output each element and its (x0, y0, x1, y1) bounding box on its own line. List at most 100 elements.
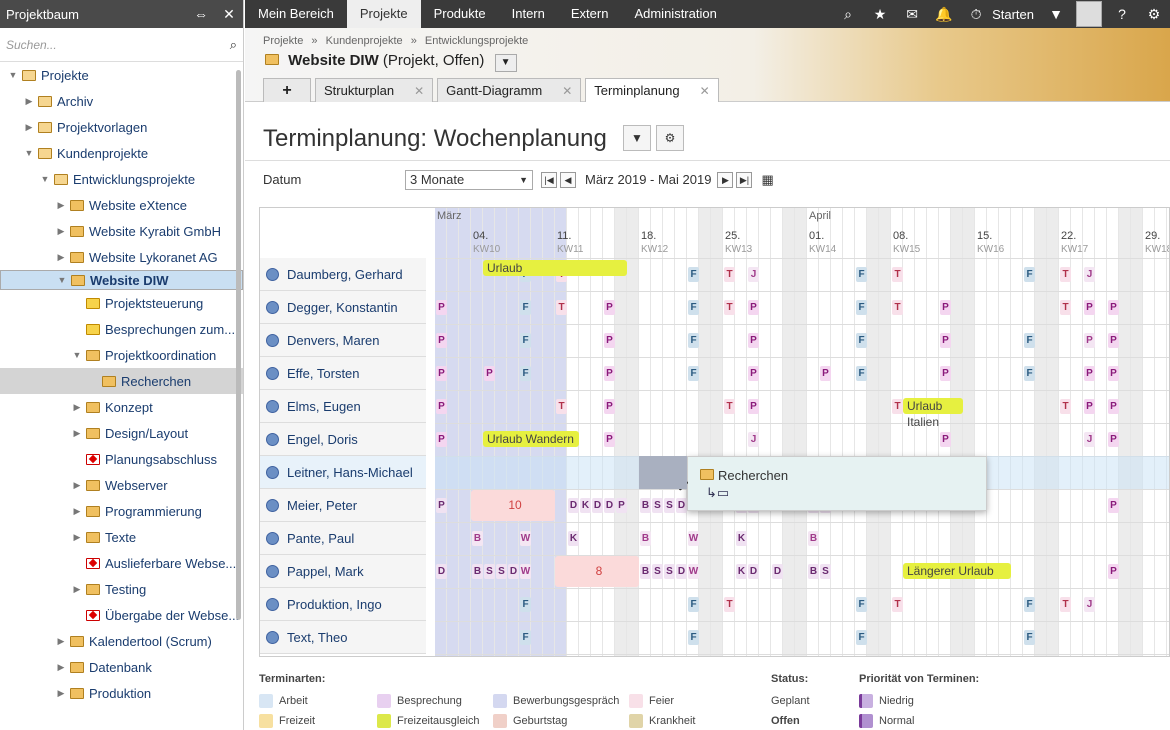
tree-item[interactable]: ▶ Programmierung (0, 498, 243, 524)
expand-toggle-icon[interactable]: ▼ (70, 350, 84, 360)
appointment-marker[interactable]: F (856, 333, 867, 348)
expand-toggle-icon[interactable]: ▶ (22, 122, 36, 133)
appointment-marker[interactable]: J (1084, 597, 1095, 612)
expand-toggle-icon[interactable]: ▶ (70, 584, 84, 595)
tree-item[interactable]: ▼ Website DIW (0, 270, 243, 290)
expand-toggle-icon[interactable]: ▶ (54, 200, 68, 211)
appointment-marker[interactable]: P (436, 333, 447, 348)
appointment-marker[interactable]: T (892, 300, 903, 315)
close-icon[interactable]: ✕ (414, 84, 424, 98)
appointment-marker[interactable]: K (580, 498, 591, 513)
appointment-marker[interactable]: P (436, 432, 447, 447)
star-icon[interactable]: ★ (864, 6, 896, 23)
appointment-marker[interactable]: F (856, 267, 867, 282)
appointment-marker[interactable]: F (688, 630, 699, 645)
appointment-marker[interactable]: B (640, 498, 651, 513)
appointment-marker[interactable]: S (652, 564, 663, 579)
appointment-marker[interactable]: T (724, 597, 735, 612)
breadcrumb-kundenprojekte[interactable]: Kundenprojekte (326, 35, 403, 47)
next-period-button[interactable]: ▶ (717, 171, 734, 188)
expand-toggle-icon[interactable]: ▶ (54, 226, 68, 237)
appointment-marker[interactable]: B (640, 564, 651, 579)
expand-toggle-icon[interactable]: ▼ (6, 70, 20, 80)
nav-item[interactable]: Projekte (346, 0, 421, 28)
tree-item[interactable]: ▼ Projekte (0, 62, 243, 88)
appointment-marker[interactable]: P (940, 432, 951, 447)
appointment-marker[interactable]: P (604, 333, 615, 348)
appointment-marker[interactable]: P (436, 300, 447, 315)
appointment-marker[interactable]: P (604, 300, 615, 315)
appointment-marker[interactable]: F (1024, 366, 1035, 381)
appointment-marker[interactable]: P (748, 333, 759, 348)
appointment-marker[interactable]: P (1108, 564, 1119, 579)
tree-item[interactable]: ▶ Testing (0, 576, 243, 602)
close-icon[interactable]: ✕ (215, 6, 243, 23)
appointment-bar[interactable]: Urlaub (483, 260, 627, 276)
tree-item[interactable]: ▶ Kalendertool (Scrum) (0, 628, 243, 654)
appointment-marker[interactable]: F (520, 597, 531, 612)
appointment-marker[interactable]: D (748, 564, 759, 579)
stopwatch-icon[interactable]: ⏱ (960, 6, 992, 23)
person-row-header[interactable]: Degger, Konstantin (260, 291, 426, 324)
appointment-marker[interactable]: P (436, 498, 447, 513)
person-row-header[interactable]: Pante, Paul (260, 522, 426, 555)
appointment-marker[interactable]: F (688, 267, 699, 282)
appointment-marker[interactable]: S (820, 564, 831, 579)
appointment-marker[interactable]: S (652, 498, 663, 513)
expand-toggle-icon[interactable]: ▶ (54, 662, 68, 673)
tree-item[interactable]: ▶ Webserver (0, 472, 243, 498)
appointment-marker[interactable]: F (1024, 630, 1035, 645)
tab-gantt[interactable]: Gantt-Diagramm ✕ (437, 78, 582, 102)
tree-item[interactable]: ▼ Projektkoordination (0, 342, 243, 368)
person-row-header[interactable]: Engel, Doris (260, 423, 426, 456)
close-icon[interactable]: ✕ (700, 84, 710, 98)
gear-icon[interactable]: ⚙ (1138, 6, 1170, 23)
appointment-marker[interactable]: P (484, 366, 495, 381)
tree-title[interactable]: Projektbaum (6, 7, 187, 22)
appointment-marker[interactable]: P (436, 366, 447, 381)
appointment-marker[interactable]: D (676, 564, 687, 579)
appointment-marker[interactable]: W (520, 531, 531, 546)
expand-toggle-icon[interactable]: ▶ (70, 402, 84, 413)
mail-icon[interactable]: ✉ (896, 6, 928, 23)
range-select[interactable]: 3 Monate ▼ (405, 169, 533, 190)
appointment-marker[interactable]: D (772, 564, 783, 579)
nav-item[interactable]: Administration (621, 0, 729, 28)
tree-item[interactable]: ▶ Texte (0, 524, 243, 550)
appointment-marker[interactable]: J (1084, 267, 1095, 282)
tree-item[interactable]: ▶ Design/Layout (0, 420, 243, 446)
appointment-marker[interactable]: D (508, 564, 519, 579)
appointment-marker[interactable]: K (736, 531, 747, 546)
appointment-marker[interactable]: F (520, 300, 531, 315)
appointment-bar[interactable]: Urlaub Wandern (483, 431, 579, 447)
tree-item[interactable]: ▶ Website Kyrabit GmbH (0, 218, 243, 244)
appointment-marker[interactable]: K (568, 531, 579, 546)
appointment-marker[interactable]: F (520, 366, 531, 381)
appointment-marker[interactable]: F (1024, 597, 1035, 612)
appointment-marker[interactable]: P (1108, 300, 1119, 315)
appointment-marker[interactable]: P (1108, 498, 1119, 513)
appointment-bar[interactable]: 8 (555, 556, 639, 587)
tree-item[interactable]: Recherchen (0, 368, 243, 394)
appointment-bar[interactable]: 10 (471, 490, 555, 521)
appointment-marker[interactable]: F (688, 333, 699, 348)
person-row-header[interactable]: Leitner, Hans-Michael (260, 456, 426, 489)
person-row-header[interactable]: Text, Theo (260, 621, 426, 654)
appointment-marker[interactable]: D (436, 564, 447, 579)
appointment-marker[interactable]: P (748, 366, 759, 381)
appointment-marker[interactable]: P (604, 399, 615, 414)
appointment-marker[interactable]: D (592, 498, 603, 513)
search-input[interactable]: Suchen... (6, 38, 230, 52)
appointment-marker[interactable]: S (664, 498, 675, 513)
tree-item[interactable]: ▶ Projektvorlagen (0, 114, 243, 140)
search-icon[interactable]: ⌕ (230, 37, 237, 53)
appointment-marker[interactable]: F (856, 300, 867, 315)
first-period-button[interactable]: |◀ (541, 171, 557, 188)
start-label[interactable]: Starten (992, 7, 1034, 22)
appointment-marker[interactable]: J (1084, 432, 1095, 447)
appointment-marker[interactable]: J (748, 432, 759, 447)
expand-toggle-icon[interactable]: ▶ (54, 688, 68, 699)
appointment-marker[interactable]: K (736, 564, 747, 579)
appointment-marker[interactable]: P (820, 366, 831, 381)
drag-preview-popup[interactable]: Recherchen✥↳▭ (672, 456, 987, 511)
